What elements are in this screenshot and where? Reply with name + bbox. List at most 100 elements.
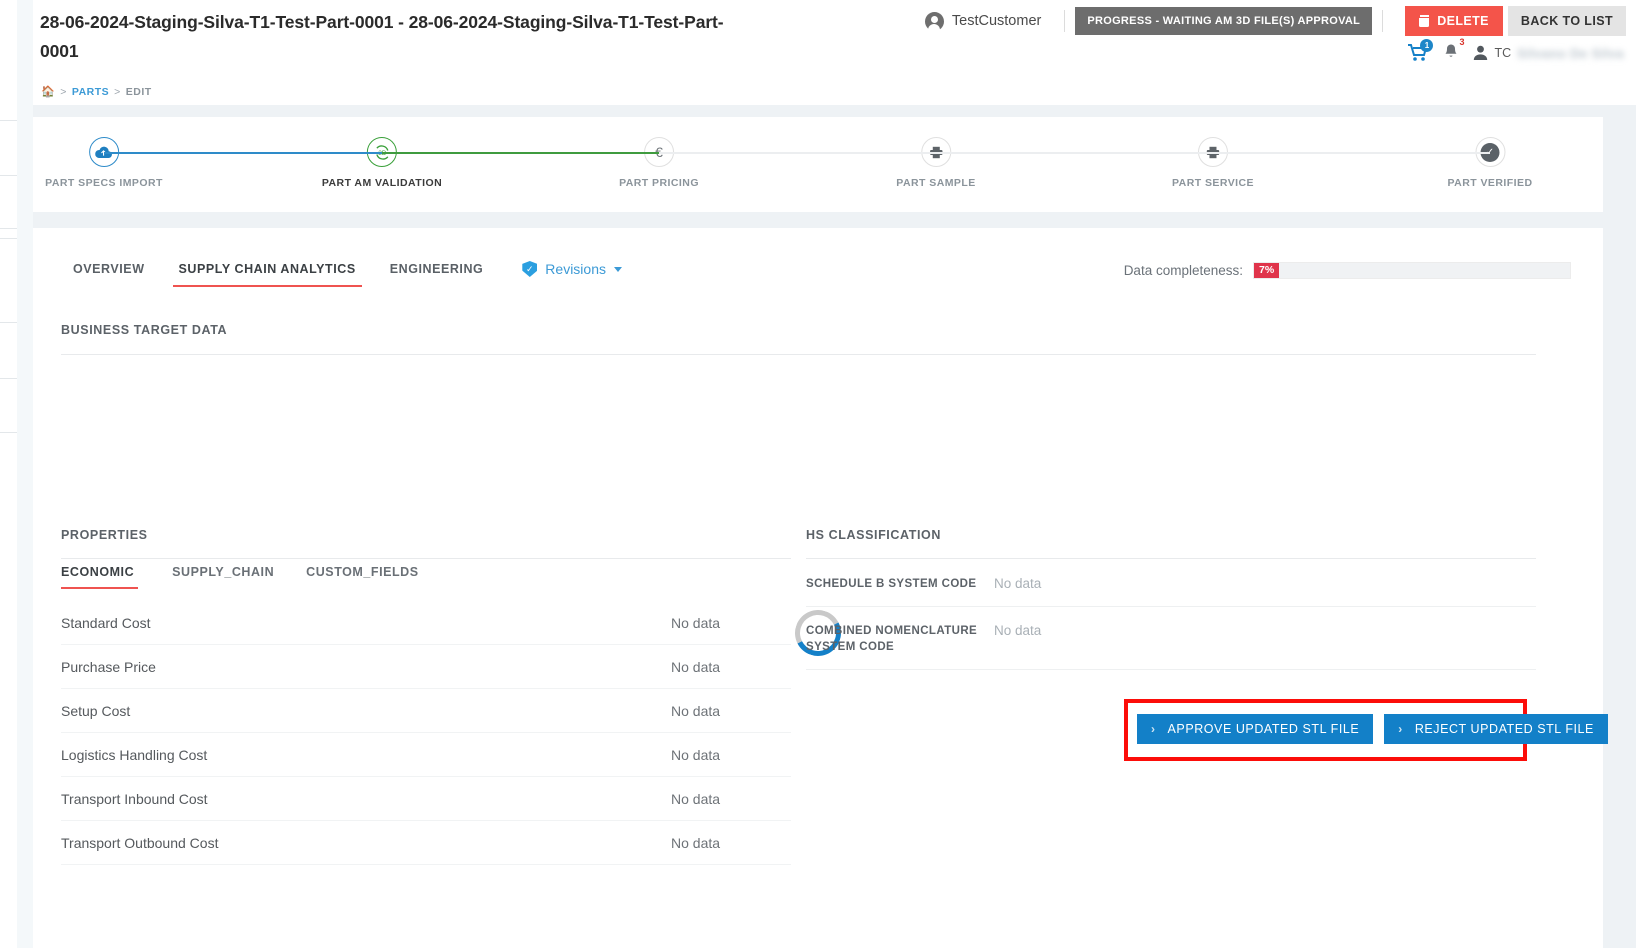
divider — [61, 558, 791, 559]
tab-overview[interactable]: OVERVIEW — [61, 262, 162, 287]
trash-icon — [1419, 15, 1430, 27]
approve-updated-stl-file-button[interactable]: › APPROVE UPDATED STL FILE — [1137, 714, 1374, 744]
subtab-economic[interactable]: ECONOMIC — [61, 565, 156, 589]
chevron-right-icon: › — [1151, 722, 1156, 736]
user-initials: TC — [1494, 46, 1512, 60]
data-completeness: Data completeness: 7% — [1124, 262, 1571, 279]
reject-updated-stl-file-button[interactable]: › REJECT UPDATED STL FILE — [1384, 714, 1608, 744]
hs-value: No data — [994, 623, 1042, 638]
hs-value: No data — [994, 576, 1042, 591]
data-completeness-bar: 7% — [1253, 262, 1571, 279]
hs-rows: SCHEDULE B SYSTEM CODE No data COMBINED … — [806, 560, 1536, 670]
data-completeness-fill: 7% — [1254, 263, 1280, 278]
chevron-down-icon — [614, 266, 622, 272]
property-label: Transport Outbound Cost — [61, 834, 219, 851]
bell-icon — [1445, 44, 1458, 57]
workflow-stepper-card: PART SPECS IMPORT 3D PART AM VALIDATION … — [33, 117, 1603, 212]
tab-supply-chain-analytics[interactable]: SUPPLY CHAIN ANALYTICS — [162, 262, 373, 287]
step-part-am-validation[interactable]: 3D PART AM VALIDATION — [322, 137, 442, 189]
user-menu[interactable]: TC Silvano De Silva — [1473, 45, 1624, 61]
revisions-label: Revisions — [545, 261, 606, 277]
stepper-connector-1 — [104, 152, 382, 154]
property-value: No data — [671, 790, 721, 807]
workflow-stepper: PART SPECS IMPORT 3D PART AM VALIDATION … — [33, 117, 1603, 212]
properties-section: PROPERTIES ECONOMIC SUPPLY_CHAIN CUSTOM_… — [61, 528, 791, 865]
hs-classification-section: HS CLASSIFICATION SCHEDULE B SYSTEM CODE… — [806, 528, 1536, 670]
step-label: PART PRICING — [619, 177, 699, 189]
shield-check-icon — [522, 261, 538, 277]
stepper-connector-3 — [659, 152, 936, 154]
divider — [1064, 10, 1066, 32]
notification-badge: 3 — [1459, 37, 1465, 47]
property-value: No data — [671, 702, 721, 719]
step-label: PART SERVICE — [1171, 177, 1255, 189]
step-part-pricing[interactable]: € PART PRICING — [619, 137, 699, 189]
account-circle-icon — [924, 11, 944, 31]
table-row: SCHEDULE B SYSTEM CODE No data — [806, 560, 1536, 607]
back-to-list-button[interactable]: BACK TO LIST — [1507, 6, 1626, 36]
page-title: 28-06-2024-Staging-Silva-T1-Test-Part-00… — [40, 12, 724, 61]
user-display-name: Silvano De Silva — [1517, 45, 1624, 61]
divider — [61, 354, 1536, 355]
property-value: No data — [671, 614, 721, 631]
breadcrumb-separator: > — [114, 85, 121, 98]
subtab-supply-chain[interactable]: SUPPLY_CHAIN — [156, 565, 290, 589]
left-rail — [0, 0, 17, 948]
approve-button-label: APPROVE UPDATED STL FILE — [1167, 722, 1360, 736]
properties-tabs: ECONOMIC SUPPLY_CHAIN CUSTOM_FIELDS — [61, 565, 791, 589]
property-value: No data — [671, 658, 721, 675]
property-label: Setup Cost — [61, 702, 131, 719]
page-root: 28-06-2024-Staging-Silva-T1-Test-Part-00… — [33, 0, 1636, 948]
breadcrumb-separator: > — [60, 85, 67, 98]
stepper-connector-2 — [382, 152, 659, 154]
table-row: Purchase Price No data — [61, 645, 791, 689]
content-tabs: OVERVIEW SUPPLY CHAIN ANALYTICS ENGINEER… — [61, 261, 622, 288]
divider — [1382, 10, 1384, 32]
tab-engineering[interactable]: ENGINEERING — [373, 262, 501, 287]
step-label: PART AM VALIDATION — [321, 177, 443, 189]
data-completeness-label: Data completeness: — [1123, 263, 1243, 278]
property-label: Purchase Price — [61, 658, 156, 675]
chevron-right-icon: › — [1398, 722, 1403, 736]
property-label: Transport Inbound Cost — [61, 790, 208, 807]
step-label: PART SAMPLE — [896, 177, 976, 189]
table-row: Standard Cost No data — [61, 601, 791, 645]
header-actions: TestCustomer PROGRESS - WAITING AM 3D FI… — [924, 6, 1626, 36]
rail-gap — [17, 0, 33, 948]
table-row: Logistics Handling Cost No data — [61, 733, 791, 777]
table-row: Transport Inbound Cost No data — [61, 777, 791, 821]
home-icon[interactable]: 🏠 — [41, 85, 55, 98]
customer-indicator: TestCustomer — [924, 11, 1054, 31]
step-label: PART VERIFIED — [1447, 177, 1533, 189]
step-part-verified[interactable]: ✓ PART VERIFIED — [1448, 137, 1533, 189]
delete-button[interactable]: DELETE — [1405, 6, 1503, 36]
table-row: Setup Cost No data — [61, 689, 791, 733]
revisions-dropdown[interactable]: Revisions — [522, 261, 622, 288]
step-part-service[interactable]: PART SERVICE — [1172, 137, 1254, 189]
property-value: No data — [671, 834, 721, 851]
cart-button[interactable]: 1 — [1407, 39, 1434, 63]
hs-label: COMBINED NOMENCLATURE SYSTEM CODE — [806, 625, 978, 653]
properties-rows: Standard Cost No data Purchase Price No … — [61, 601, 791, 865]
property-value: No data — [671, 746, 721, 763]
subtab-custom-fields[interactable]: CUSTOM_FIELDS — [290, 565, 434, 589]
table-row: Transport Outbound Cost No data — [61, 821, 791, 865]
breadcrumb: 🏠 > PARTS > EDIT — [41, 85, 152, 99]
header-icon-tray: 1 3 TC Silvano De Silva — [1407, 37, 1624, 63]
property-label: Standard Cost — [61, 614, 151, 631]
step-part-sample[interactable]: PART SAMPLE — [896, 137, 975, 189]
step-label: PART SPECS IMPORT — [45, 177, 163, 189]
notifications-button[interactable]: 3 — [1443, 37, 1464, 63]
table-row: COMBINED NOMENCLATURE SYSTEM CODE No dat… — [806, 607, 1536, 670]
page-header: 28-06-2024-Staging-Silva-T1-Test-Part-00… — [33, 0, 1636, 105]
stl-action-buttons: › APPROVE UPDATED STL FILE › REJECT UPDA… — [1137, 714, 1608, 744]
stepper-connector-5 — [1213, 152, 1490, 154]
delete-button-label: DELETE — [1437, 14, 1489, 28]
stepper-connector-4 — [936, 152, 1213, 154]
status-badge: PROGRESS - WAITING AM 3D FILE(S) APPROVA… — [1075, 7, 1373, 35]
breadcrumb-parts[interactable]: PARTS — [72, 86, 109, 98]
hs-label: SCHEDULE B SYSTEM CODE — [806, 578, 977, 590]
main-content-card: OVERVIEW SUPPLY CHAIN ANALYTICS ENGINEER… — [33, 228, 1608, 948]
step-part-specs-import[interactable]: PART SPECS IMPORT — [45, 137, 163, 189]
hs-classification-title: HS CLASSIFICATION — [806, 528, 941, 542]
